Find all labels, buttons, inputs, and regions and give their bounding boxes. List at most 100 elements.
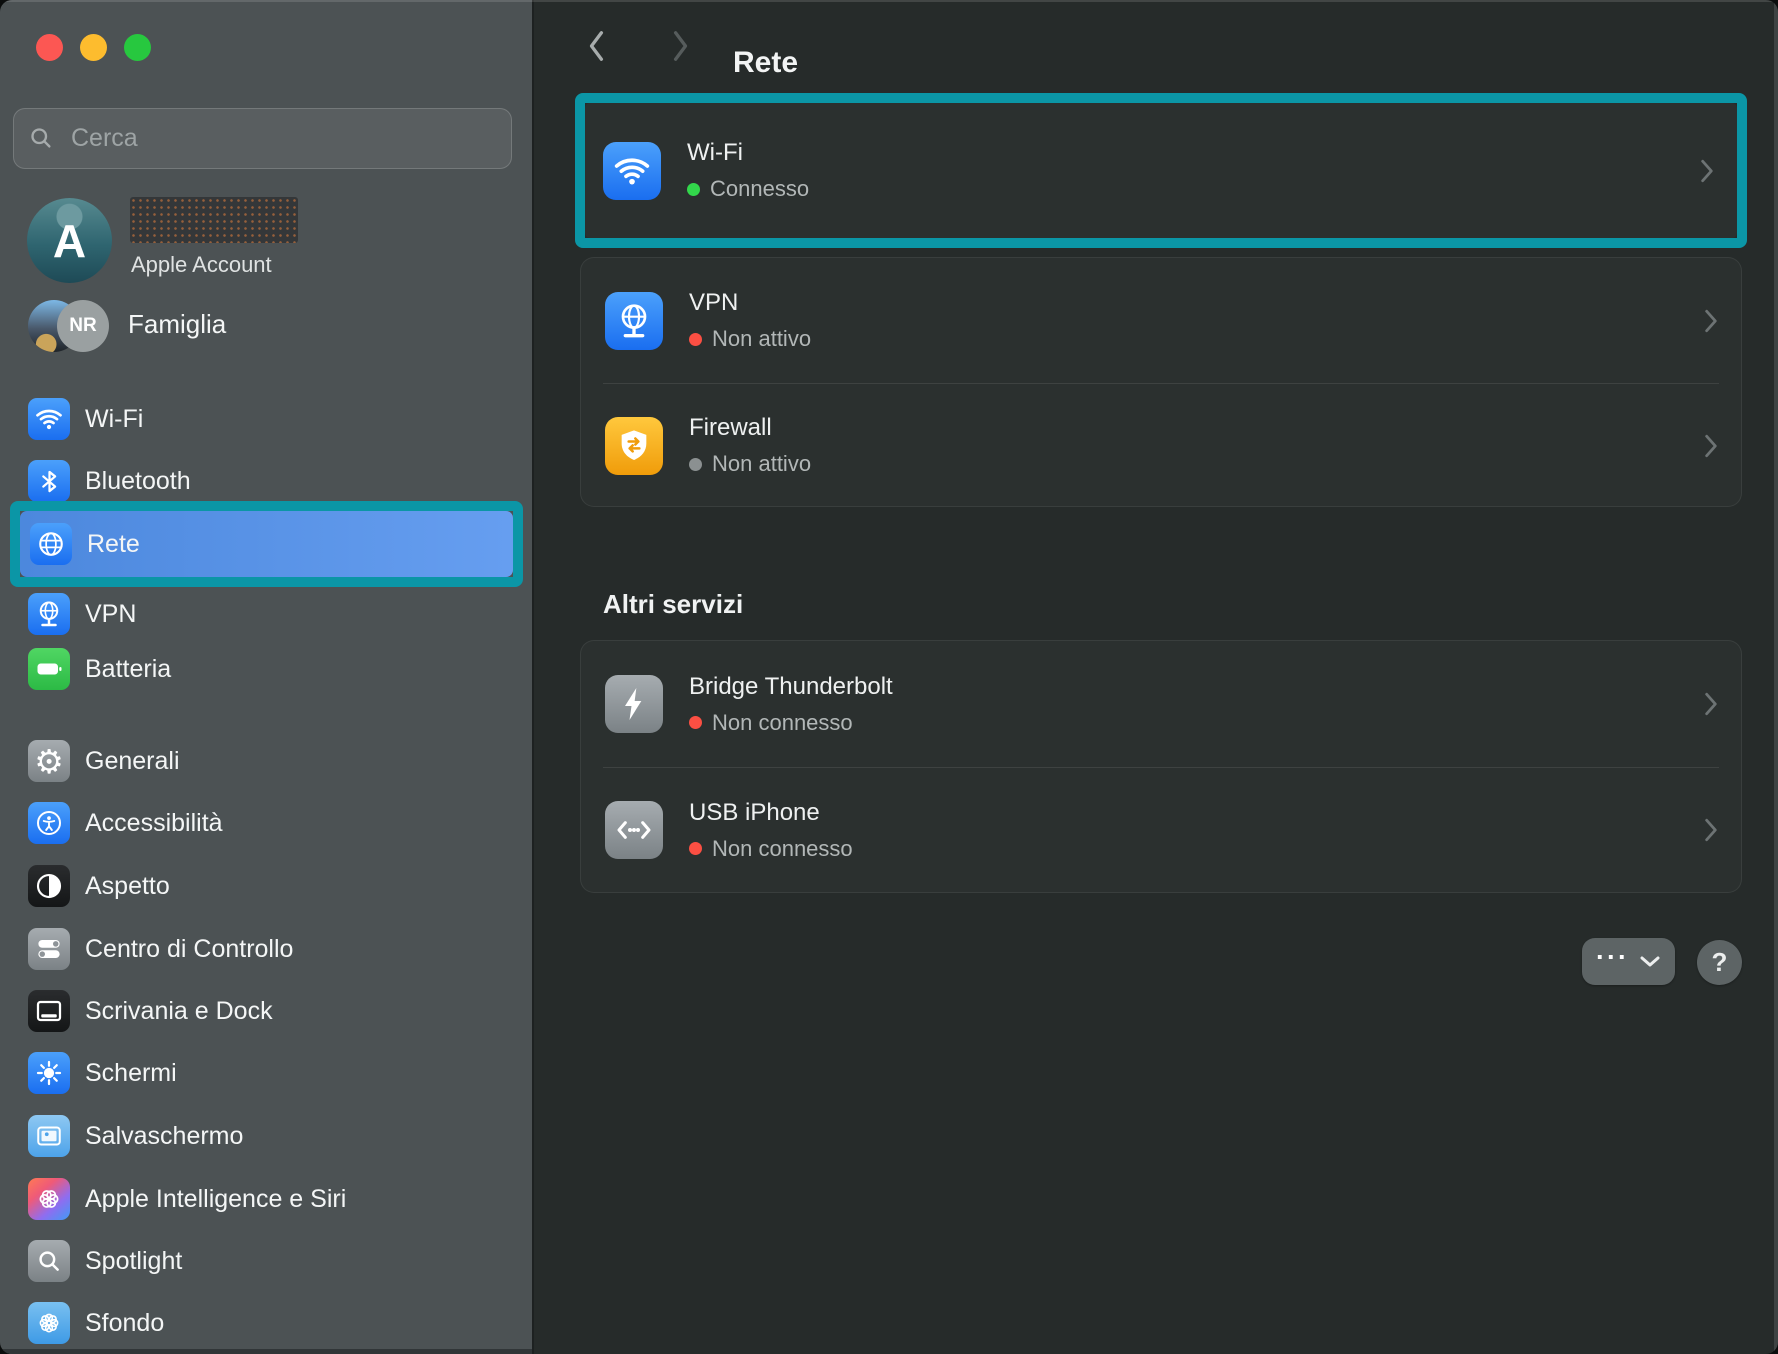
sidebar-item-label: Generali	[85, 746, 180, 775]
row-title: Firewall	[689, 414, 772, 441]
sun-icon	[28, 1052, 70, 1094]
vpn-globe-icon	[28, 593, 70, 635]
window-top-edge	[0, 0, 1778, 2]
chevron-right-icon	[1705, 434, 1717, 457]
sidebar-item-label: Sfondo	[85, 1308, 165, 1337]
sidebar-item-apple-intelligence-e-siri[interactable]: Apple Intelligence e Siri	[22, 1168, 510, 1230]
avatar: A	[27, 198, 112, 283]
screensaver-icon	[28, 1115, 70, 1157]
sidebar-item-label: VPN	[85, 599, 137, 628]
sidebar-item-label: Salvaschermo	[85, 1121, 244, 1150]
row-title: Wi-Fi	[687, 139, 743, 166]
usb-iphone-row[interactable]: USB iPhone Non connesso	[581, 767, 1741, 893]
row-status: Non connesso	[689, 710, 893, 736]
globe-icon	[30, 523, 72, 565]
apple-account-label: Apple Account	[131, 252, 272, 277]
sidebar: A Apple Account NR Famiglia Wi-Fi	[0, 0, 534, 1354]
sidebar-item-label: Batteria	[85, 654, 172, 683]
minimize-button[interactable]	[80, 34, 107, 61]
chevron-down-icon	[1640, 956, 1660, 966]
section-heading: Altri servizi	[603, 588, 744, 619]
help-button[interactable]: ?	[1697, 940, 1742, 985]
sidebar-item-label: Bluetooth	[85, 466, 191, 495]
status-dot-red	[689, 332, 702, 346]
flower-icon	[28, 1302, 70, 1344]
search-input[interactable]	[69, 123, 497, 154]
status-dot-green	[687, 182, 700, 196]
row-status: Non connesso	[689, 836, 853, 862]
sidebar-item-aspetto[interactable]: Aspetto	[22, 855, 510, 917]
sidebar-item-scrivania-e-dock[interactable]: Scrivania e Dock	[22, 980, 510, 1042]
row-status: Non attivo	[689, 326, 811, 352]
sidebar-item-label: Centro di Controllo	[85, 934, 294, 963]
close-button[interactable]	[36, 34, 63, 61]
sidebar-item-label: Apple Intelligence e Siri	[85, 1184, 347, 1213]
zoom-button[interactable]	[124, 34, 151, 61]
magnifier-icon	[28, 1240, 70, 1282]
sidebar-item-apple-account[interactable]: A Apple Account	[0, 190, 532, 290]
annotation-box-wifi: Wi-Fi Connesso	[575, 93, 1747, 248]
ellipsis-icon: ···	[1596, 942, 1629, 972]
other-services-card: Bridge Thunderbolt Non connesso USB iPho…	[580, 640, 1742, 893]
page-title: Rete	[733, 46, 799, 80]
sidebar-item-rete-selected[interactable]: Rete	[20, 511, 513, 577]
back-button[interactable]	[577, 26, 617, 66]
vpn-row[interactable]: VPN Non attivo	[581, 258, 1741, 383]
search-icon	[31, 128, 51, 148]
sidebar-item-label: Accessibilità	[85, 808, 223, 837]
window-right-edge	[1774, 0, 1778, 1354]
firewall-shield-icon	[605, 416, 663, 475]
search-field[interactable]	[13, 108, 512, 169]
row-title: VPN	[689, 289, 739, 316]
more-options-button[interactable]: ···	[1582, 938, 1675, 985]
sidebar-item-salvaschermo[interactable]: Salvaschermo	[22, 1105, 510, 1167]
chevron-right-icon	[673, 31, 688, 61]
wifi-icon	[28, 398, 70, 440]
usb-iphone-icon	[605, 801, 663, 859]
contrast-icon	[28, 865, 70, 907]
sidebar-item-label: Schermi	[85, 1058, 177, 1087]
main-panel: Rete Wi-Fi Connesso VPN Non attivo Firew…	[534, 0, 1778, 1354]
sidebar-item-schermi[interactable]: Schermi	[22, 1042, 510, 1104]
system-settings-window: A Apple Account NR Famiglia Wi-Fi	[0, 0, 1778, 1354]
toggles-icon	[28, 928, 70, 970]
forward-button[interactable]	[660, 26, 700, 66]
bridge-thunderbolt-row[interactable]: Bridge Thunderbolt Non connesso	[581, 641, 1741, 767]
row-status: Connesso	[687, 176, 809, 202]
sidebar-item-label: Wi-Fi	[85, 404, 144, 433]
gear-icon: ⚙	[28, 740, 70, 782]
sidebar-item-label: Spotlight	[85, 1246, 183, 1275]
chevron-right-icon	[1701, 159, 1713, 182]
window-controls	[36, 34, 151, 61]
chevron-left-icon	[589, 31, 604, 61]
row-title: USB iPhone	[689, 798, 820, 826]
sidebar-item-centro-di-controllo[interactable]: Centro di Controllo	[22, 918, 510, 980]
sidebar-item-generali[interactable]: ⚙ Generali	[22, 730, 510, 792]
wifi-icon	[603, 141, 661, 200]
sidebar-item-wifi[interactable]: Wi-Fi	[22, 388, 510, 450]
annotation-box-rete: Rete	[10, 501, 523, 587]
chevron-right-icon	[1705, 692, 1717, 716]
accessibility-icon	[28, 802, 70, 844]
sidebar-item-vpn[interactable]: VPN	[22, 583, 510, 645]
sidebar-item-accessibilita[interactable]: Accessibilità	[22, 792, 510, 854]
status-dot-red	[689, 842, 702, 855]
sidebar-item-label: Scrivania e Dock	[85, 996, 273, 1025]
chevron-right-icon	[1705, 309, 1717, 332]
status-dot-red	[689, 716, 702, 729]
chevron-right-icon	[1705, 818, 1717, 842]
status-dot-gray	[689, 457, 702, 471]
row-status: Non attivo	[689, 451, 811, 477]
sidebar-item-label: Rete	[87, 529, 140, 558]
thunderbolt-icon	[605, 675, 663, 733]
family-avatar-badge: NR	[57, 300, 109, 352]
desktop-dock-icon	[28, 990, 70, 1032]
row-title: Bridge Thunderbolt	[689, 672, 893, 700]
ai-flower-icon	[28, 1178, 70, 1220]
sidebar-item-famiglia[interactable]: NR Famiglia	[0, 296, 532, 356]
sidebar-item-sfondo[interactable]: Sfondo	[22, 1292, 510, 1354]
firewall-row[interactable]: Firewall Non attivo	[581, 383, 1741, 508]
sidebar-item-batteria[interactable]: Batteria	[22, 638, 510, 700]
sidebar-item-spotlight[interactable]: Spotlight	[22, 1230, 510, 1292]
wifi-row[interactable]: Wi-Fi Connesso	[585, 103, 1737, 238]
